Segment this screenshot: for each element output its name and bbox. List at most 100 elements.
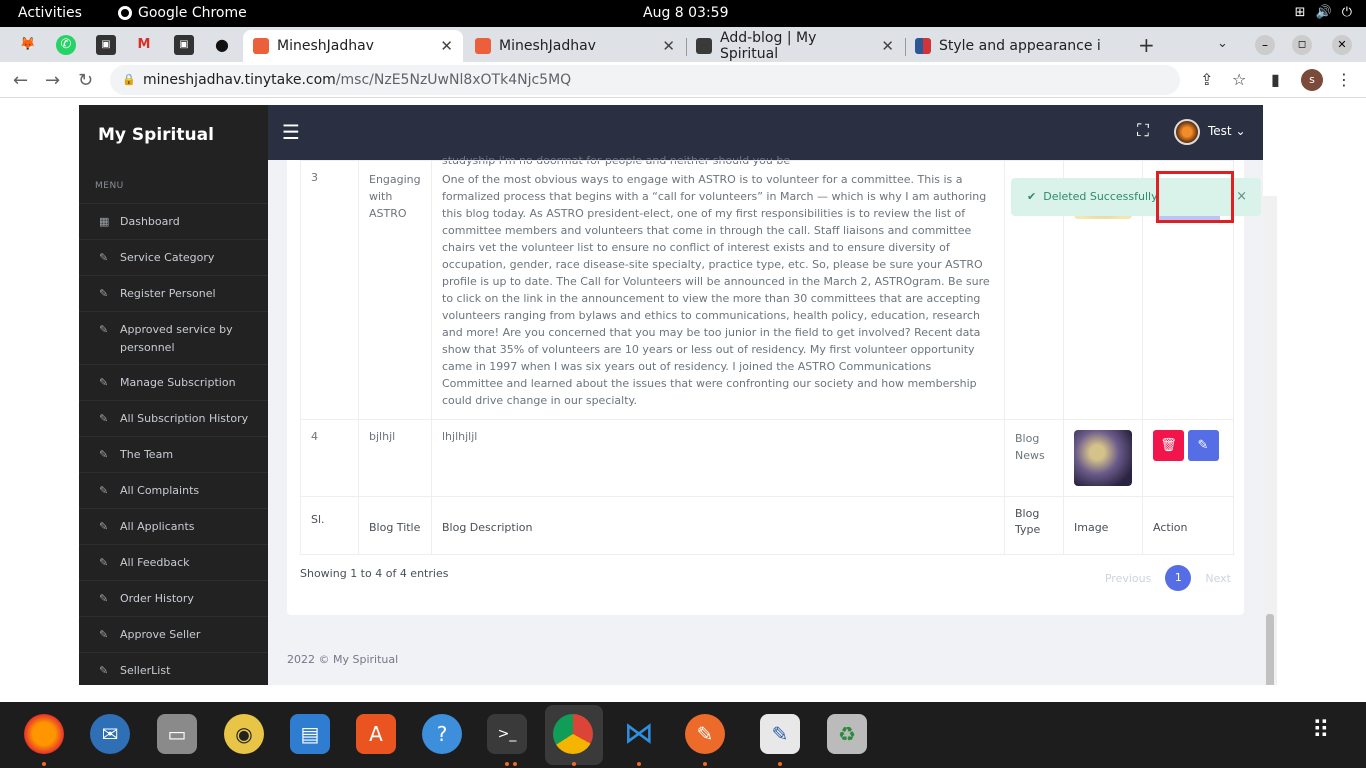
trash-icon[interactable]: ♻	[827, 714, 867, 754]
terminal-icon[interactable]: >_	[487, 714, 527, 754]
sidebar-item-sellerlist[interactable]: ✎ SellerList	[79, 652, 268, 685]
page-scrollbar[interactable]	[1263, 196, 1277, 685]
sidebar-item-label: The Team	[120, 448, 174, 461]
app-menu[interactable]: Google Chrome	[118, 5, 247, 21]
cell-action: 🗑 ✎	[1142, 419, 1234, 497]
close-icon[interactable]: ×	[1236, 178, 1247, 216]
minimize-button[interactable]: –	[1255, 35, 1275, 55]
sidebar-item-applicants[interactable]: ✎ All Applicants	[79, 508, 268, 544]
tab-2[interactable]: MineshJadhav ✕	[465, 30, 685, 62]
url-path: /msc/NzE5NzUwNl8xOTk4Njc5MQ	[335, 72, 572, 88]
lock-icon: 🔒	[122, 73, 136, 86]
writer-icon[interactable]: ▤	[290, 714, 330, 754]
profile-avatar[interactable]: s	[1301, 69, 1323, 91]
thunderbird-icon[interactable]: ✉	[90, 714, 130, 754]
back-icon[interactable]: ←	[13, 70, 28, 91]
hamburger-icon[interactable]: ☰	[282, 122, 300, 142]
sidebar-item-label: Manage Subscription	[120, 376, 236, 389]
sidebar-item-register-personel[interactable]: ✎ Register Personel	[79, 275, 268, 311]
forward-icon[interactable]: →	[45, 70, 60, 91]
tab-search-icon[interactable]: ⌄	[1217, 36, 1228, 51]
running-indicator	[778, 762, 782, 766]
system-tray[interactable]: ⊞ 🔊 ⏻	[1295, 5, 1352, 20]
clock[interactable]: Aug 8 03:59	[643, 5, 729, 21]
sidebar-item-order-history[interactable]: ✎ Order History	[79, 580, 268, 616]
firefox-icon[interactable]	[24, 714, 64, 754]
tools-icon: ✎	[99, 376, 109, 389]
tab-4[interactable]: Style and appearance i	[905, 30, 1123, 62]
gmail-icon[interactable]: M	[134, 35, 154, 55]
sidebar-item-subscription-history[interactable]: ✎ All Subscription History	[79, 400, 268, 436]
activities-button[interactable]: Activities	[18, 5, 82, 21]
previous-page-button[interactable]: Previous	[1105, 572, 1152, 585]
tab-1[interactable]: MineshJadhav ✕	[243, 30, 463, 62]
pinned-tab-icon[interactable]: ▣	[96, 35, 116, 55]
fullscreen-icon[interactable]: ⛶	[1137, 121, 1149, 141]
gitlab-icon[interactable]: 🦊	[18, 35, 38, 55]
tab-3[interactable]: Add-blog | My Spiritual ✕	[686, 30, 904, 62]
column-type: Blog Type	[1004, 496, 1064, 555]
volume-icon: 🔊	[1315, 5, 1332, 20]
brand-logo[interactable]: My Spiritual	[98, 125, 214, 145]
user-avatar[interactable]	[1174, 119, 1200, 145]
sidebar-item-approved-service[interactable]: ✎ Approved service by personnel	[79, 311, 268, 364]
close-tab-icon[interactable]: ✕	[662, 37, 675, 55]
sidebar-item-dashboard[interactable]: ▦ Dashboard	[79, 203, 268, 239]
cell-description: One of the most obvious ways to engage w…	[431, 160, 1005, 420]
scrollbar-thumb[interactable]	[1266, 614, 1274, 685]
sidebar-item-feedback[interactable]: ✎ All Feedback	[79, 544, 268, 580]
blog-thumbnail[interactable]	[1074, 430, 1132, 486]
reload-icon[interactable]: ↻	[78, 70, 93, 91]
sidebar-item-manage-subscription[interactable]: ✎ Manage Subscription	[79, 364, 268, 400]
cell-description: lhjlhjljl	[431, 419, 1005, 497]
sidebar-item-label: All Feedback	[120, 556, 190, 569]
close-window-button[interactable]: ✕	[1332, 35, 1352, 55]
annotation-highlight-box	[1156, 171, 1234, 223]
tools-icon: ✎	[99, 556, 109, 569]
bookmark-star-icon[interactable]: ☆	[1232, 70, 1246, 89]
table-footer-row: Sl. Blog Title Blog Description Blog Typ…	[300, 496, 1234, 555]
cell-title: Engaging with ASTRO	[358, 160, 432, 420]
sidebar-item-service-category[interactable]: ✎ Service Category	[79, 239, 268, 275]
sidebar-item-approve-seller[interactable]: ✎ Approve Seller	[79, 616, 268, 652]
whatsapp-icon[interactable]: ✆	[56, 35, 76, 55]
sidebar-item-label: Order History	[120, 592, 194, 605]
user-menu[interactable]: Test ⌄	[1208, 124, 1246, 138]
sidebar-item-complaints[interactable]: ✎ All Complaints	[79, 472, 268, 508]
rhythmbox-icon[interactable]: ◉	[224, 714, 264, 754]
pinned-tab-icon[interactable]: ▣	[174, 35, 194, 55]
files-icon[interactable]: ▭	[157, 714, 197, 754]
next-page-button[interactable]: Next	[1205, 572, 1231, 585]
site-icon	[696, 38, 712, 54]
page-1-button[interactable]: 1	[1165, 565, 1192, 591]
side-panel-icon[interactable]: ▮	[1271, 70, 1280, 89]
software-icon[interactable]: A	[356, 714, 396, 754]
vscode-icon[interactable]: ⋈	[619, 714, 659, 754]
sidebar-item-label: Approved service by personnel	[120, 323, 233, 354]
new-tab-button[interactable]: +	[1138, 33, 1155, 57]
share-icon[interactable]: ⇪	[1200, 70, 1213, 89]
edit-button[interactable]: ✎	[1187, 430, 1219, 461]
github-icon[interactable]: ●	[212, 35, 232, 55]
tab-title: Style and appearance i	[939, 38, 1101, 54]
sidebar-item-label: Service Category	[120, 251, 215, 264]
tinytake-icon[interactable]: ✎	[685, 714, 725, 754]
close-tab-icon[interactable]: ✕	[440, 37, 453, 55]
trash-icon: 🗑	[1160, 438, 1177, 453]
maximize-button[interactable]: ◻	[1292, 35, 1312, 55]
help-icon[interactable]: ?	[422, 714, 462, 754]
address-bar[interactable]: 🔒 mineshjadhav.tinytake.com/msc/NzE5NzUw…	[110, 65, 1180, 95]
sidebar-item-label: All Complaints	[120, 484, 200, 497]
running-indicator	[637, 762, 641, 766]
chrome-icon[interactable]	[553, 714, 593, 754]
text-editor-icon[interactable]: ✎	[760, 714, 800, 754]
tools-icon: ✎	[99, 484, 109, 497]
close-tab-icon[interactable]: ✕	[881, 37, 894, 55]
delete-button[interactable]: 🗑	[1153, 430, 1184, 461]
sidebar-item-label: Approve Seller	[120, 628, 201, 641]
show-apps-icon[interactable]: ⠿	[1312, 718, 1330, 742]
cell-type: Blog News	[1004, 419, 1064, 497]
running-indicator	[505, 762, 509, 766]
sidebar-item-team[interactable]: ✎ The Team	[79, 436, 268, 472]
chrome-menu-icon[interactable]: ⋮	[1336, 70, 1352, 89]
